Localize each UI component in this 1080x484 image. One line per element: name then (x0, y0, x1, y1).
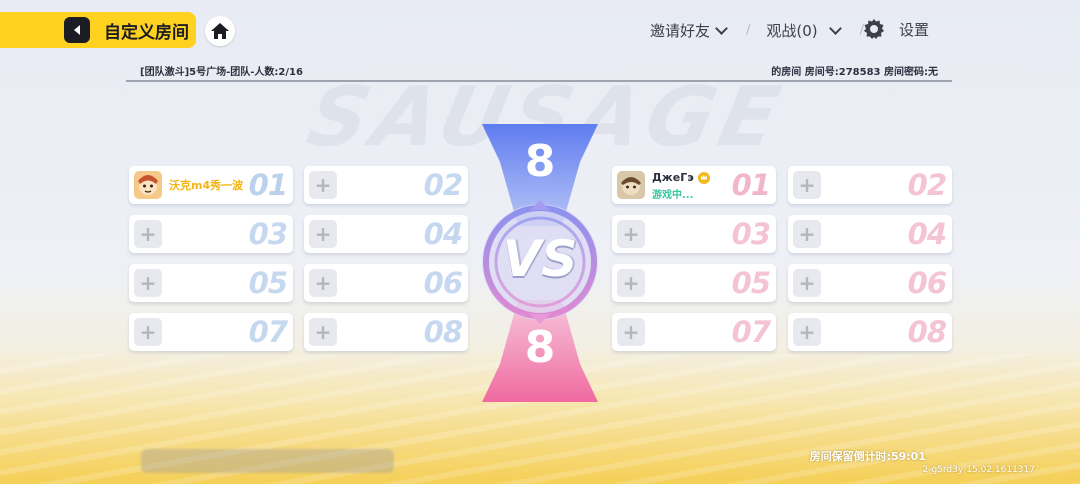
plus-icon: + (617, 269, 645, 297)
plus-icon: + (309, 318, 337, 346)
settings-button[interactable]: 设置 (863, 18, 929, 40)
slot-number: 08 (907, 315, 947, 349)
spectate-button[interactable]: 观战(0) (766, 20, 843, 41)
vs-label: VS (502, 230, 578, 288)
slot-number: 02 (423, 168, 463, 202)
pink-team-slot[interactable]: ДжеГэ 游戏中... 01 (612, 166, 776, 204)
crown-icon (697, 171, 710, 184)
slot-number: 01 (731, 168, 771, 202)
player-name: ДжеГэ (652, 171, 694, 184)
room-info-bar: [团队激斗]5号广场-团队-人数:2/16 的房间 房间号:278583 房间密… (126, 60, 952, 82)
plus-icon: + (134, 269, 162, 297)
gear-icon (864, 19, 884, 39)
home-icon (211, 23, 229, 39)
avatar (134, 171, 162, 199)
vs-emblem: 8 VS 8 (478, 122, 602, 404)
room-id-info: 的房间 房间号:278583 房间密码:无 (771, 67, 938, 78)
plus-icon: + (134, 220, 162, 248)
slot-number: 05 (731, 266, 771, 300)
blue-team-count: 8 (524, 136, 556, 187)
blue-team-slot[interactable]: + 07 (129, 313, 293, 351)
plus-icon: + (309, 171, 337, 199)
player-name: 沃克m4秀一波 (169, 179, 244, 192)
pink-team-slot[interactable]: + 08 (788, 313, 952, 351)
pink-team-slot[interactable]: + 06 (788, 264, 952, 302)
slot-number: 07 (731, 315, 771, 349)
room-mode-info: [团队激斗]5号广场-团队-人数:2/16 (140, 67, 303, 78)
plus-icon: + (793, 220, 821, 248)
pink-team-count: 8 (524, 322, 556, 373)
player-name-row: ДжеГэ (652, 171, 710, 184)
blue-team-slot[interactable]: + 03 (129, 215, 293, 253)
settings-label: 设置 (899, 20, 930, 39)
slot-number: 04 (423, 217, 463, 251)
home-button[interactable] (205, 16, 235, 46)
plus-icon: + (134, 318, 162, 346)
room-countdown: 房间保留倒计时:59:01 (809, 450, 926, 463)
page-title: 自定义房间 (104, 22, 189, 43)
plus-icon: + (309, 220, 337, 248)
slot-number: 05 (248, 266, 288, 300)
invite-friends-label: 邀请好友 (650, 22, 711, 40)
chat-input-bar[interactable] (141, 449, 394, 473)
invite-friends-button[interactable]: 邀请好友 (650, 20, 730, 41)
slot-number: 01 (248, 168, 288, 202)
slot-number: 08 (423, 315, 463, 349)
blue-team-slot[interactable]: 沃克m4秀一波 01 (129, 166, 293, 204)
blue-team-slot[interactable]: + 02 (304, 166, 468, 204)
blue-team-slot[interactable]: + 08 (304, 313, 468, 351)
spectate-label: 观战(0) (766, 22, 818, 40)
top-right-menu: 邀请好友 / 观战(0) / (650, 20, 870, 41)
slot-number: 02 (907, 168, 947, 202)
pink-team-slot[interactable]: + 07 (612, 313, 776, 351)
pink-team-slot[interactable]: + 04 (788, 215, 952, 253)
pink-team-slot[interactable]: + 02 (788, 166, 952, 204)
plus-icon: + (617, 318, 645, 346)
plus-icon: + (793, 171, 821, 199)
slot-number: 03 (248, 217, 288, 251)
plus-icon: + (617, 220, 645, 248)
blue-team-slot[interactable]: + 05 (129, 264, 293, 302)
blue-team-slot[interactable]: + 06 (304, 264, 468, 302)
version-label: 2-g5rd3y-15.02.1611317 (922, 465, 1035, 475)
pink-team-slot[interactable]: + 05 (612, 264, 776, 302)
pink-team-slot[interactable]: + 03 (612, 215, 776, 253)
plus-icon: + (309, 269, 337, 297)
divider: / (746, 23, 751, 38)
back-arrow-icon (64, 17, 90, 43)
chevron-down-icon (715, 22, 728, 35)
slot-number: 03 (731, 217, 771, 251)
back-button[interactable]: 自定义房间 (0, 12, 196, 48)
plus-icon: + (793, 269, 821, 297)
slot-number: 04 (907, 217, 947, 251)
blue-team-slot[interactable]: + 04 (304, 215, 468, 253)
slot-number: 06 (423, 266, 463, 300)
avatar (617, 171, 645, 199)
slot-number: 06 (907, 266, 947, 300)
player-status: 游戏中... (652, 190, 694, 201)
slot-number: 07 (248, 315, 288, 349)
chevron-down-icon (828, 22, 842, 35)
plus-icon: + (793, 318, 821, 346)
